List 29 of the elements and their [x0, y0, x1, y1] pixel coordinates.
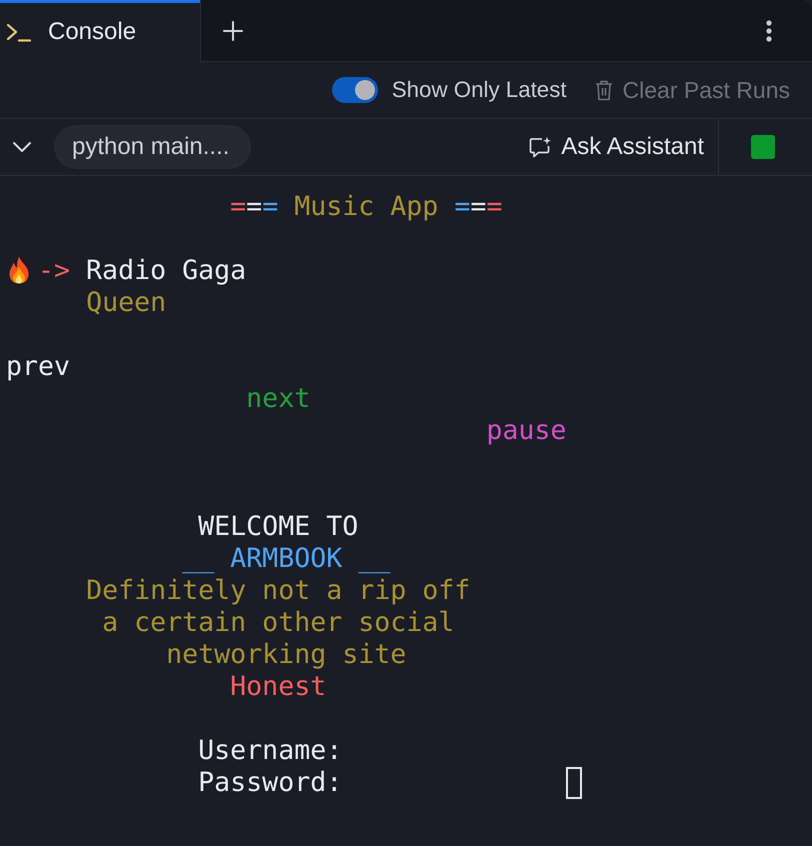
trash-icon — [594, 79, 613, 101]
chat-sparkle-icon — [529, 136, 552, 158]
output-text: prev — [6, 351, 70, 382]
output-text: a certain other social — [102, 607, 454, 638]
output-text: -> — [38, 255, 70, 286]
more-options-icon[interactable] — [766, 20, 772, 42]
output-text: networking site — [166, 639, 406, 670]
chevron-icon[interactable] — [12, 141, 32, 153]
cursor-icon — [566, 767, 582, 799]
terminal-icon — [6, 22, 31, 42]
status-square-icon — [751, 135, 775, 159]
toggle-label: Show Only Latest — [392, 77, 567, 103]
output-text: pause — [486, 415, 566, 446]
ask-assistant-button[interactable]: Ask Assistant — [529, 133, 704, 161]
output-text: Honest — [230, 671, 326, 702]
output-text: WELCOME TO — [198, 511, 358, 542]
output-text: __ ARMBOOK __ — [182, 543, 390, 574]
output-text: Music App — [294, 191, 438, 222]
equals-divider: === — [230, 191, 278, 222]
output-text: Definitely not a rip off — [86, 575, 470, 606]
output-text: Queen — [86, 287, 166, 318]
equals-divider: === — [454, 191, 502, 222]
plus-icon[interactable] — [223, 20, 243, 40]
output-text: Username: — [198, 735, 342, 766]
output-text: Radio Gaga — [86, 255, 246, 286]
toggle-switch[interactable] — [332, 77, 378, 103]
output-text: Password: — [198, 767, 342, 798]
command-pill[interactable]: python main.... — [54, 125, 252, 169]
output-text: next — [246, 383, 310, 414]
